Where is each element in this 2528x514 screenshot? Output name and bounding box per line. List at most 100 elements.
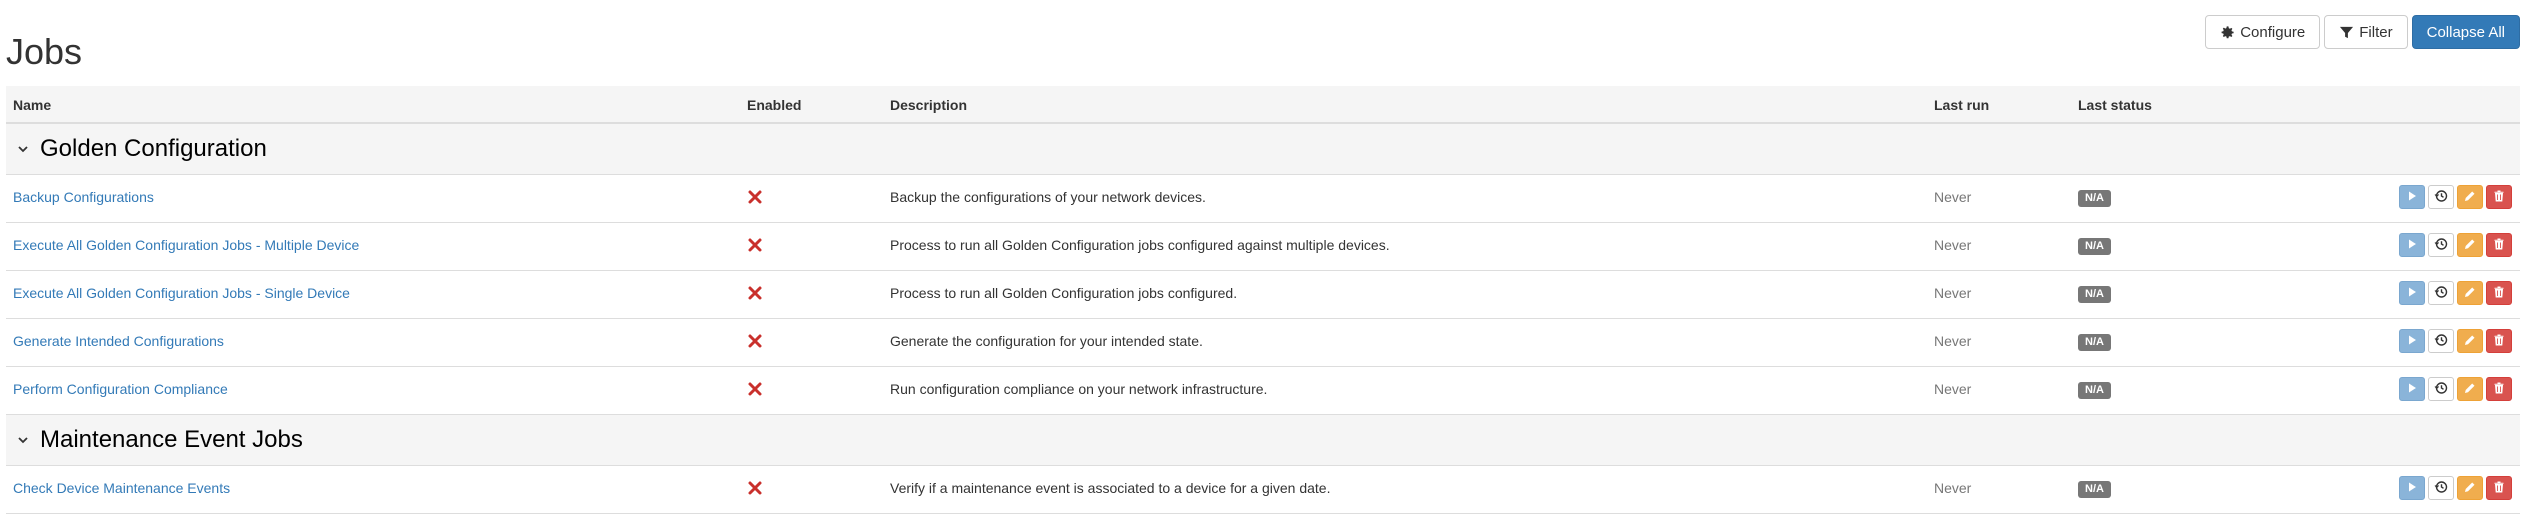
jobs-table: Name Enabled Description Last run Last s…	[6, 86, 2520, 514]
chevron-down-icon[interactable]	[16, 433, 30, 447]
run-job-button[interactable]	[2399, 233, 2425, 257]
run-job-button[interactable]	[2399, 281, 2425, 305]
disabled-x-icon	[747, 381, 763, 397]
row-actions	[2399, 233, 2512, 257]
play-icon	[2405, 333, 2419, 350]
job-name-link[interactable]: Generate Intended Configurations	[13, 333, 224, 349]
pencil-icon	[2463, 333, 2477, 350]
filter-label: Filter	[2359, 23, 2393, 41]
job-history-button[interactable]	[2428, 185, 2454, 209]
disabled-x-icon	[747, 189, 763, 205]
trash-icon	[2492, 381, 2506, 398]
history-icon	[2434, 333, 2448, 350]
edit-job-button[interactable]	[2457, 476, 2483, 500]
table-row: Check Device Maintenance Events Verify if…	[6, 466, 2520, 514]
trash-icon	[2492, 237, 2506, 254]
job-name-link[interactable]: Perform Configuration Compliance	[13, 381, 228, 397]
edit-job-button[interactable]	[2457, 281, 2483, 305]
pencil-icon	[2463, 189, 2477, 206]
job-name-link[interactable]: Execute All Golden Configuration Jobs - …	[13, 237, 359, 253]
run-job-button[interactable]	[2399, 185, 2425, 209]
job-last-run: Never	[1934, 285, 1972, 301]
run-job-button[interactable]	[2399, 329, 2425, 353]
delete-job-button[interactable]	[2486, 329, 2512, 353]
play-icon	[2405, 237, 2419, 254]
delete-job-button[interactable]	[2486, 476, 2512, 500]
history-icon	[2434, 189, 2448, 206]
job-history-button[interactable]	[2428, 476, 2454, 500]
disabled-x-icon	[747, 237, 763, 253]
job-history-button[interactable]	[2428, 281, 2454, 305]
pencil-icon	[2463, 237, 2477, 254]
job-name-link[interactable]: Backup Configurations	[13, 189, 154, 205]
edit-job-button[interactable]	[2457, 185, 2483, 209]
trash-icon	[2492, 285, 2506, 302]
group-row[interactable]: Maintenance Event Jobs	[6, 415, 2520, 466]
delete-job-button[interactable]	[2486, 377, 2512, 401]
table-row: Backup Configurations Backup the configur…	[6, 175, 2520, 223]
pencil-icon	[2463, 381, 2477, 398]
row-actions	[2399, 476, 2512, 500]
pencil-icon	[2463, 480, 2477, 497]
job-last-run: Never	[1934, 237, 1972, 253]
job-description: Generate the configuration for your inte…	[890, 333, 1203, 349]
filter-button[interactable]: Filter	[2324, 15, 2408, 49]
history-icon	[2434, 285, 2448, 302]
column-header-last-run[interactable]: Last run	[1934, 97, 1989, 113]
play-icon	[2405, 480, 2419, 497]
collapse-all-button[interactable]: Collapse All	[2411, 15, 2520, 49]
disabled-x-icon	[747, 285, 763, 301]
pencil-icon	[2463, 285, 2477, 302]
edit-job-button[interactable]	[2457, 329, 2483, 353]
column-header-description[interactable]: Description	[890, 97, 967, 113]
status-badge: N/A	[2078, 382, 2111, 399]
status-badge: N/A	[2078, 481, 2111, 498]
job-last-run: Never	[1934, 189, 1972, 205]
table-header: Name Enabled Description Last run Last s…	[6, 86, 2520, 124]
group-row[interactable]: Golden Configuration	[6, 124, 2520, 175]
column-header-enabled[interactable]: Enabled	[747, 97, 801, 113]
group-title: Golden Configuration	[40, 135, 267, 162]
column-header-name[interactable]: Name	[13, 97, 51, 113]
job-description: Verify if a maintenance event is associa…	[890, 480, 1331, 496]
table-body: Golden Configuration Backup Configuration…	[6, 124, 2520, 514]
job-description: Process to run all Golden Configuration …	[890, 237, 1390, 253]
job-history-button[interactable]	[2428, 233, 2454, 257]
column-header-last-status[interactable]: Last status	[2078, 97, 2152, 113]
job-name-link[interactable]: Execute All Golden Configuration Jobs - …	[13, 285, 350, 301]
status-badge: N/A	[2078, 334, 2111, 351]
job-last-run: Never	[1934, 381, 1972, 397]
job-description: Backup the configurations of your networ…	[890, 189, 1206, 205]
delete-job-button[interactable]	[2486, 185, 2512, 209]
trash-icon	[2492, 333, 2506, 350]
job-history-button[interactable]	[2428, 377, 2454, 401]
table-row: Execute All Golden Configuration Jobs - …	[6, 223, 2520, 271]
trash-icon	[2492, 189, 2506, 206]
configure-button[interactable]: Configure	[2205, 15, 2321, 49]
run-job-button[interactable]	[2399, 476, 2425, 500]
history-icon	[2434, 480, 2448, 497]
configure-label: Configure	[2240, 23, 2306, 41]
edit-job-button[interactable]	[2457, 377, 2483, 401]
gear-icon	[2221, 25, 2234, 38]
play-icon	[2405, 189, 2419, 206]
edit-job-button[interactable]	[2457, 233, 2483, 257]
table-row: Execute All Golden Configuration Jobs - …	[6, 271, 2520, 319]
delete-job-button[interactable]	[2486, 233, 2512, 257]
status-badge: N/A	[2078, 286, 2111, 303]
job-history-button[interactable]	[2428, 329, 2454, 353]
job-last-run: Never	[1934, 480, 1972, 496]
delete-job-button[interactable]	[2486, 281, 2512, 305]
status-badge: N/A	[2078, 190, 2111, 207]
chevron-down-icon[interactable]	[16, 142, 30, 156]
page-title: Jobs	[6, 31, 83, 72]
job-last-run: Never	[1934, 333, 1972, 349]
play-icon	[2405, 285, 2419, 302]
play-icon	[2405, 381, 2419, 398]
history-icon	[2434, 237, 2448, 254]
toolbar: Configure Filter Collapse All	[2205, 15, 2520, 49]
job-name-link[interactable]: Check Device Maintenance Events	[13, 480, 230, 496]
collapse-all-label: Collapse All	[2426, 23, 2505, 41]
job-description: Process to run all Golden Configuration …	[890, 285, 1238, 301]
run-job-button[interactable]	[2399, 377, 2425, 401]
